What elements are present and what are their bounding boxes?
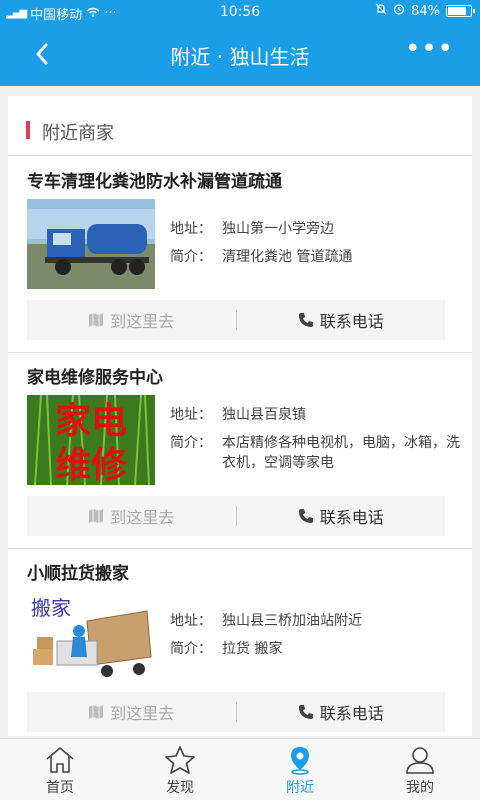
tab-me-label: 我的 [406,780,434,796]
phone-icon [298,313,313,327]
intro-row: 简介： 清理化粪池 管道疏通 [170,247,460,267]
tab-me[interactable]: 我的 [360,739,480,800]
merchant-info: 地址： 独山县百泉镇 简介： 本店精修各种电视机，电脑，冰箱，洗衣机，空调等家电 [170,405,460,481]
bottom-tab-bar: 首页 发现 附近 我的 [0,738,480,800]
phone-icon [298,509,313,523]
battery-percent: 84% [411,3,440,19]
tab-discover[interactable]: 发现 [120,739,240,800]
intro-value: 清理化粪池 管道疏通 [222,249,353,265]
image-caption-top: 家电 [55,401,127,442]
image-caption: 搬家 [31,596,71,620]
merchant-name: 专车清理化粪池防水补漏管道疏通 [27,172,282,192]
merchant-item[interactable]: 专车清理化粪池防水补漏管道疏通 地址： 独山第一小学旁边 简介： 清理化粪池 管… [8,157,472,353]
battery-fill [448,7,466,15]
intro-key: 简介： [170,249,212,265]
merchant-actions: 到这里去 联系电话 [27,300,445,340]
merchant-actions: 到这里去 联系电话 [27,496,445,536]
go-here-label: 到这里去 [110,508,175,527]
tab-home[interactable]: 首页 [0,739,120,800]
go-here-label: 到这里去 [110,312,175,331]
go-here-label: 到这里去 [110,704,175,723]
more-button[interactable]: ••• [405,34,454,64]
merchant-image-appliance-repair: 家电 维修 [27,395,155,485]
address-row: 地址： 独山县三桥加油站附近 [170,611,460,631]
go-here-button[interactable]: 到这里去 [27,504,236,528]
alarm-icon [393,3,405,19]
image-caption-bottom: 维修 [55,445,128,485]
map-icon [89,313,104,327]
phone-icon [298,705,313,719]
merchant-actions: 到这里去 联系电话 [27,692,445,732]
status-right: 84% [375,3,475,19]
battery-icon [446,5,475,17]
star-icon [165,746,195,774]
call-button[interactable]: 联系电话 [237,308,446,332]
address-value: 独山县三桥加油站附近 [222,613,362,629]
map-icon [89,509,104,523]
merchant-name: 家电维修服务中心 [27,368,163,388]
location-pin-icon [291,747,309,775]
merchant-item[interactable]: 小顺拉货搬家 搬家 地址： 独山县三桥加油站附近 简介： 拉货 搬家 到这里去 … [8,549,472,736]
merchant-info: 地址： 独山第一小学旁边 简介： 清理化粪池 管道疏通 [170,219,460,275]
user-icon [406,747,434,774]
intro-row: 简介： 拉货 搬家 [170,639,460,659]
call-label: 联系电话 [319,312,384,331]
call-label: 联系电话 [319,704,384,723]
call-button[interactable]: 联系电话 [237,504,446,528]
intro-row: 简介： 本店精修各种电视机，电脑，冰箱，洗衣机，空调等家电 [170,433,460,473]
call-label: 联系电话 [319,508,384,527]
merchant-item[interactable]: 家电维修服务中心 家电 维修 地址： 独山县百泉镇 简介： 本店精修各种电视机，… [8,353,472,549]
tab-nearby-label: 附近 [286,780,314,796]
merchant-image-truck [27,199,155,289]
intro-value: 本店精修各种电视机，电脑，冰箱，洗衣机，空调等家电 [222,435,460,471]
address-value: 独山第一小学旁边 [222,221,334,237]
tab-nearby[interactable]: 附近 [240,739,360,800]
intro-key: 简介： [170,641,212,657]
map-icon [89,705,104,719]
intro-key: 简介： [170,435,212,451]
home-icon [46,747,74,773]
tab-discover-label: 发现 [166,780,194,796]
address-key: 地址： [170,407,212,423]
nearby-merchants-card: 附近商家 专车清理化粪池防水补漏管道疏通 地址： 独山第一小学旁边 简介： 清理… [8,96,472,736]
address-key: 地址： [170,221,212,237]
section-accent-bar [26,121,30,139]
mute-icon [375,3,387,19]
address-row: 地址： 独山第一小学旁边 [170,219,460,239]
go-here-button[interactable]: 到这里去 [27,700,236,724]
intro-value: 拉货 搬家 [222,641,283,657]
address-value: 独山县百泉镇 [222,407,306,423]
merchant-image-moving: 搬家 [27,591,155,681]
call-button[interactable]: 联系电话 [237,700,446,724]
go-here-button[interactable]: 到这里去 [27,308,236,332]
address-row: 地址： 独山县百泉镇 [170,405,460,425]
merchant-info: 地址： 独山县三桥加油站附近 简介： 拉货 搬家 [170,611,460,667]
status-bar: ▂▄▆ 中国移动 ··· 10:56 84% [0,0,480,24]
section-title: 附近商家 [42,123,114,144]
tab-home-label: 首页 [46,780,74,796]
more-dots-icon: ••• [404,34,454,64]
section-header: 附近商家 [8,96,472,156]
merchant-name: 小顺拉货搬家 [27,564,129,584]
title-bar: 附近 · 独山生活 ••• [0,24,480,86]
address-key: 地址： [170,613,212,629]
